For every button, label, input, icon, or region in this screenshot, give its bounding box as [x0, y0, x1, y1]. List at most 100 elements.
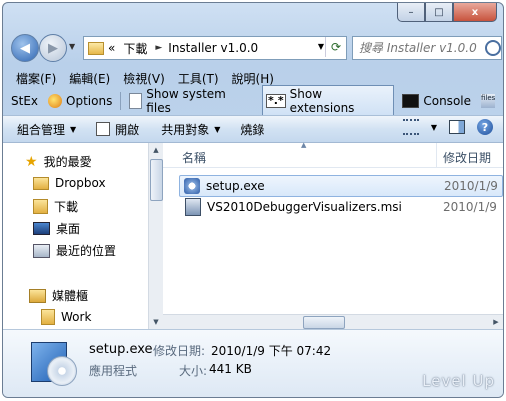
search-box[interactable] — [352, 36, 502, 60]
minimize-button[interactable]: – — [397, 3, 425, 22]
share-button[interactable]: 共用對象 ▼ — [161, 121, 220, 138]
nav-item-desktop[interactable]: 桌面 — [33, 220, 80, 237]
nav-favorites[interactable]: ★ 我的最愛 — [25, 153, 92, 170]
search-icon[interactable] — [485, 40, 501, 56]
preview-pane-icon[interactable] — [449, 120, 465, 134]
options-icon — [48, 94, 63, 108]
address-chevron[interactable]: « — [108, 41, 115, 55]
burn-label: 燒錄 — [240, 122, 265, 137]
view-controls: ▼ ? — [402, 119, 493, 135]
explorer-window: – □ x ◀ ▶ ▼ « 下載 ► Installer v1.0.0 ▼ ⟳ … — [2, 2, 504, 398]
open-label: 開啟 — [115, 122, 140, 137]
toolbar-divider — [120, 92, 122, 110]
details-date-label: 修改日期: — [153, 344, 206, 358]
setup-exe-icon — [184, 178, 200, 194]
extensions-icon: *.* — [265, 94, 286, 108]
nav-item-work[interactable]: Work — [41, 309, 91, 325]
help-icon[interactable]: ? — [477, 119, 493, 135]
stex-toolbar: StEx Options Show system files *.* Show … — [9, 85, 497, 117]
recent-places-icon — [33, 243, 50, 258]
scroll-down-icon[interactable]: ▼ — [149, 315, 163, 329]
file-name: setup.exe — [206, 179, 265, 193]
breadcrumb-installer[interactable]: Installer v1.0.0 — [168, 41, 258, 55]
nav-item-label: 桌面 — [56, 222, 81, 236]
downloads-folder-icon — [33, 199, 48, 214]
file-list-horizontal-scrollbar[interactable]: ▶ — [163, 314, 503, 329]
files-button[interactable]: files — [479, 92, 497, 110]
maximize-button[interactable]: □ — [425, 3, 453, 22]
menu-file[interactable]: 檔案(F) — [16, 70, 56, 87]
nav-item-label: Dropbox — [55, 176, 106, 190]
file-list: ▲ 名稱 修改日期 setup.exe 2010/1/9 VS2010Debug… — [163, 141, 503, 329]
file-row-msi[interactable]: VS2010DebuggerVisualizers.msi 2010/1/9 — [179, 197, 503, 217]
open-icon — [96, 122, 111, 136]
search-input[interactable] — [353, 40, 483, 56]
show-system-files-button[interactable]: Show system files — [127, 85, 256, 117]
nav-libraries[interactable]: 媒體櫃 — [29, 287, 88, 304]
details-file-type: 應用程式 — [89, 364, 138, 378]
scroll-thumb[interactable] — [303, 316, 345, 329]
menu-view[interactable]: 檢視(V) — [123, 70, 165, 87]
watermark: Level Up — [422, 372, 495, 390]
column-date-modified[interactable]: 修改日期 — [443, 149, 491, 166]
change-view-icon[interactable] — [402, 119, 419, 135]
show-extensions-button[interactable]: *.* Show extensions — [261, 85, 395, 117]
details-size-label: 大小: — [179, 364, 208, 378]
details-size-value: 441 KB — [209, 362, 252, 376]
nav-item-label: 最近的位置 — [56, 244, 117, 258]
nav-item-downloads[interactable]: 下載 — [33, 198, 78, 215]
open-button[interactable]: 開啟 — [96, 121, 139, 138]
options-button[interactable]: Options — [46, 92, 114, 110]
nav-item-dropbox[interactable]: Dropbox — [33, 176, 106, 190]
scroll-thumb[interactable] — [150, 159, 163, 201]
file-row-setup[interactable]: setup.exe 2010/1/9 — [179, 175, 503, 197]
msi-installer-icon — [185, 198, 201, 216]
document-icon — [129, 93, 143, 109]
nav-item-label: 下載 — [54, 200, 79, 214]
navigation-pane: ★ 我的最愛 Dropbox 下載 桌面 最近的位置 媒體櫃 Work — [3, 143, 149, 329]
console-icon — [402, 94, 420, 108]
chevron-down-icon: ▼ — [214, 124, 221, 134]
file-name: VS2010DebuggerVisualizers.msi — [207, 200, 402, 214]
nav-pane-scrollbar[interactable]: ▲ ▼ — [148, 143, 163, 329]
column-divider[interactable] — [436, 143, 437, 167]
folder-icon — [33, 176, 49, 190]
back-button[interactable]: ◀ — [11, 34, 39, 62]
breadcrumb-downloads[interactable]: 下載 — [123, 40, 147, 57]
address-bar[interactable]: « 下載 ► Installer v1.0.0 ▼ ⟳ — [83, 36, 347, 60]
burn-button[interactable]: 燒錄 — [240, 121, 264, 138]
options-label: Options — [66, 94, 113, 108]
sort-indicator-icon: ▲ — [301, 141, 307, 149]
address-dropdown-icon[interactable]: ▼ — [318, 42, 324, 51]
show-extensions-label: Show extensions — [289, 87, 355, 115]
menu-edit[interactable]: 編輯(E) — [69, 70, 110, 87]
nav-item-label: Work — [61, 310, 92, 324]
show-system-files-label: Show system files — [146, 87, 226, 115]
scroll-up-icon[interactable]: ▲ — [149, 143, 163, 157]
recent-pages-dropdown[interactable]: ▼ — [69, 42, 75, 51]
stex-label-text: StEx — [11, 94, 39, 108]
view-dropdown-icon[interactable]: ▼ — [431, 123, 437, 132]
library-folder-icon — [41, 309, 55, 325]
organize-label: 組合管理 — [17, 122, 66, 137]
menu-help[interactable]: 說明(H) — [232, 70, 274, 87]
content-area: ★ 我的最愛 Dropbox 下載 桌面 最近的位置 媒體櫃 Work ▲ ▼ … — [3, 141, 503, 329]
installer-package-icon — [27, 338, 77, 388]
nav-favorites-label: 我的最愛 — [43, 155, 92, 169]
libraries-icon — [29, 288, 46, 303]
folder-icon — [88, 41, 104, 55]
menu-tools[interactable]: 工具(T) — [178, 70, 219, 87]
stex-label: StEx — [9, 92, 40, 110]
close-button[interactable]: x — [453, 3, 497, 22]
forward-button[interactable]: ▶ — [39, 34, 67, 62]
refresh-icon[interactable]: ⟳ — [325, 37, 346, 57]
file-date: 2010/1/9 — [443, 200, 497, 214]
nav-item-recent-places[interactable]: 最近的位置 — [33, 242, 116, 259]
breadcrumb-separator[interactable]: ► — [155, 43, 162, 53]
scroll-right-icon[interactable]: ▶ — [489, 315, 503, 329]
nav-libraries-label: 媒體櫃 — [52, 289, 89, 303]
console-button[interactable]: Console — [400, 92, 473, 110]
column-name[interactable]: 名稱 — [182, 149, 206, 166]
organize-button[interactable]: 組合管理 ▼ — [17, 121, 76, 138]
details-date-value: 2010/1/9 下午 07:42 — [211, 344, 332, 358]
